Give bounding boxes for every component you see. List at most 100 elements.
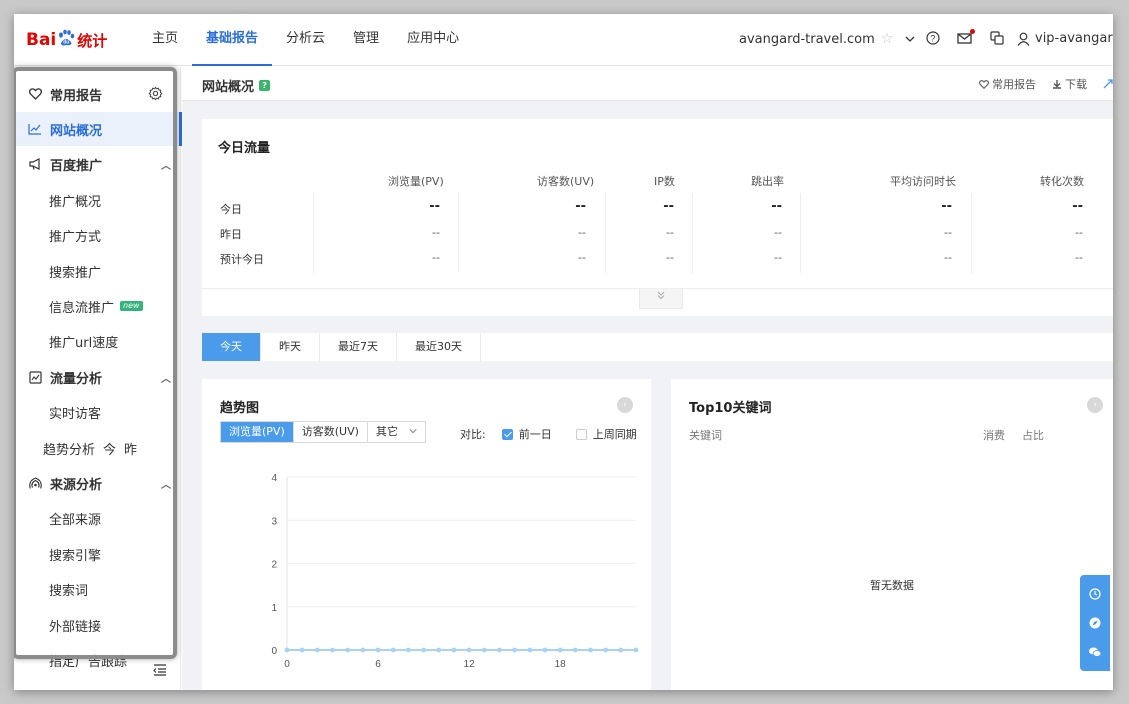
x-tick-label: 18 (555, 659, 567, 670)
sidebar-item-promo-url-speed[interactable]: 推广url速度 (14, 324, 181, 358)
compare-prev-day-checkbox[interactable] (501, 428, 513, 440)
mail-icon[interactable] (956, 29, 975, 47)
x-tick-label: 12 (464, 659, 476, 670)
sidebar-group-traffic[interactable]: 流量分析 ︿ (14, 360, 181, 394)
sidebar-item-search-words[interactable]: 搜索词 (14, 572, 181, 606)
data-point (421, 647, 426, 653)
sidebar-common-reports[interactable]: 常用报告 (14, 77, 181, 111)
sidebar-group-source[interactable]: 来源分析 ︿ (14, 466, 181, 500)
chevron-down-icon[interactable] (905, 34, 915, 44)
data-point (390, 647, 396, 653)
download-icon (1053, 80, 1061, 89)
top-icon-group: ? (924, 29, 1006, 47)
copy-icon[interactable] (988, 29, 1006, 47)
column-header-keyword: 关键词 (689, 429, 722, 442)
cell-value: -- (774, 251, 782, 264)
chevron-up-icon[interactable]: ︿ (161, 476, 171, 491)
tab-last-30-days[interactable]: 最近30天 (397, 333, 481, 361)
sidebar-item-label: 指定广告跟踪 (49, 654, 128, 670)
column-divider (605, 193, 606, 273)
baidu-tongji-logo[interactable]: Bai du 统计 (26, 28, 107, 52)
expand-table-button[interactable] (639, 289, 683, 309)
metric-tab-pv[interactable]: 浏览量(PV) (221, 422, 294, 442)
column-divider (458, 193, 459, 273)
nav-manage[interactable]: 管理 (339, 14, 393, 66)
sidebar-item-all-sources[interactable]: 全部来源 (14, 501, 181, 535)
sidebar-item-external-links[interactable]: 外部链接 (14, 608, 181, 642)
trend-yesterday-link[interactable]: 昨 (124, 439, 137, 458)
double-chevron-down-icon (657, 291, 665, 300)
tab-yesterday[interactable]: 昨天 (261, 333, 320, 361)
x-tick-label: 6 (375, 659, 381, 670)
metric-tab-uv[interactable]: 访客数(UV) (294, 422, 368, 442)
help-icon[interactable]: ? (924, 29, 942, 47)
column-header: 浏览量(PV) (388, 175, 444, 188)
data-point (618, 647, 624, 653)
nav-home[interactable]: 主页 (138, 14, 192, 66)
compare-last-week-checkbox[interactable] (575, 428, 587, 440)
data-point (299, 647, 305, 653)
column-divider (313, 193, 314, 273)
top-keywords-card: Top10关键词 › 关键词 消费 占比 暂无数据 (671, 379, 1113, 690)
trend-chart: 012340 6 12 18 (271, 473, 639, 670)
data-point (330, 647, 335, 653)
sidebar-item-search-engines[interactable]: 搜索引擎 (14, 537, 181, 571)
gear-icon[interactable] (148, 86, 163, 105)
data-point (527, 647, 533, 653)
logo-text: Bai (26, 30, 57, 50)
sidebar-item-promo-overview[interactable]: 推广概况 (14, 183, 181, 217)
compare-options: 对比: 前一日 上周同期 (460, 426, 637, 442)
sidebar-item-overview[interactable]: 网站概况 (14, 112, 182, 146)
y-tick-label: 4 (271, 473, 277, 484)
heart-icon (28, 87, 43, 102)
site-domain: avangard-travel.com (739, 31, 875, 47)
row-label-today: 今日 (220, 203, 242, 216)
favorite-report-button[interactable]: 常用报告 (979, 76, 1036, 92)
today-traffic-title: 今日流量 (218, 141, 271, 156)
cell-value: -- (941, 199, 952, 214)
trend-more-icon[interactable]: › (617, 397, 633, 413)
sidebar-item-label: 搜索引擎 (49, 548, 102, 564)
metric-tab-other[interactable]: 其它 (368, 422, 426, 442)
download-label: 下载 (1065, 78, 1087, 91)
traffic-chart-icon (28, 370, 43, 385)
sidebar-item-trend[interactable]: 趋势分析 今 昨 (14, 431, 181, 465)
sidebar-item-search-promo[interactable]: 搜索推广 (14, 254, 181, 288)
chevron-up-icon[interactable]: ︿ (161, 157, 171, 172)
nav-basic-reports[interactable]: 基础报告 (192, 14, 273, 66)
tab-today[interactable]: 今天 (202, 333, 261, 361)
column-header: IP数 (654, 175, 675, 188)
sidebar-item-label: 推广url速度 (49, 335, 119, 351)
download-button[interactable]: 下载 (1052, 76, 1087, 92)
sidebar-group-baidu-promotion[interactable]: 百度推广 ︿ (14, 147, 181, 181)
refresh-icon[interactable] (1088, 587, 1102, 601)
site-selector[interactable]: avangard-travel.com ☆ (739, 31, 915, 47)
nav-app-center[interactable]: 应用中心 (393, 14, 473, 66)
trend-today-link[interactable]: 今 (103, 439, 116, 458)
floating-toolbar (1080, 575, 1110, 671)
sidebar-item-label: 推广方式 (49, 229, 102, 245)
compass-icon[interactable] (1088, 616, 1102, 630)
collapse-sidebar-icon[interactable] (152, 663, 168, 679)
tab-last-7-days[interactable]: 最近7天 (320, 333, 397, 361)
sidebar-item-realtime[interactable]: 实时访客 (14, 395, 181, 429)
top-navbar: Bai du 统计 主页 基础报告 分析云 管理 应用中心 avangard-t… (14, 14, 1113, 66)
user-menu[interactable]: vip-avangard (1017, 31, 1113, 46)
chevron-up-icon[interactable]: ︿ (161, 370, 171, 385)
sidebar-item-label: 趋势分析 (43, 442, 96, 458)
column-header-cost: 消费 (983, 429, 1005, 442)
cell-value: -- (429, 199, 440, 214)
metric-tabs: 浏览量(PV) 访客数(UV) 其它 (220, 421, 427, 443)
sidebar-item-promo-method[interactable]: 推广方式 (14, 218, 181, 252)
wechat-icon[interactable] (1088, 645, 1102, 659)
nav-analytics-cloud[interactable]: 分析云 (272, 14, 339, 66)
sidebar-item-feed-promo[interactable]: 信息流推广 new (14, 289, 181, 323)
help-badge-icon[interactable]: ? (259, 80, 271, 91)
sidebar-item-label: 网站概况 (50, 123, 103, 139)
y-tick-label: 1 (271, 603, 277, 614)
star-icon[interactable]: ☆ (881, 31, 894, 47)
sidebar-item-label: 外部链接 (49, 619, 102, 635)
data-point (345, 647, 351, 653)
expand-icon[interactable] (1103, 79, 1113, 89)
keywords-more-icon[interactable]: › (1087, 397, 1103, 413)
